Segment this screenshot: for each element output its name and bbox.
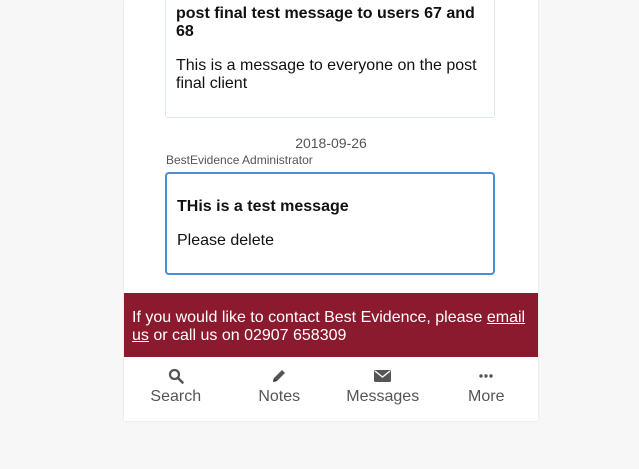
nav-item-notes[interactable]: Notes <box>228 357 332 421</box>
previous-message-body: This is a message to everyone on the pos… <box>176 57 477 92</box>
contact-banner: If you would like to contact Best Eviden… <box>124 293 538 357</box>
ellipsis-icon <box>479 366 493 386</box>
previous-message-card[interactable]: post final test message to users 67 and … <box>165 0 495 118</box>
pencil-icon <box>271 366 287 386</box>
message-sender: BestEvidence Administrator <box>166 153 313 167</box>
app-container: post final test message to users 67 and … <box>124 0 538 421</box>
current-message-body: Please delete <box>177 232 274 249</box>
current-message-card[interactable]: THis is a test message Please delete <box>165 172 495 275</box>
search-icon <box>168 366 184 386</box>
nav-label-messages: Messages <box>346 388 420 405</box>
previous-message-title: post final test message to users 67 and … <box>176 5 475 40</box>
nav-item-more[interactable]: More <box>435 357 539 421</box>
nav-item-search[interactable]: Search <box>124 357 228 421</box>
nav-label-search: Search <box>150 388 202 405</box>
nav-label-more: More <box>468 388 505 405</box>
nav-label-notes: Notes <box>258 388 301 405</box>
bottom-nav: Search Notes Messages More <box>124 357 538 421</box>
contact-text-after: or call us on 02907 658309 <box>148 327 347 344</box>
current-message-title: THis is a test message <box>177 198 349 215</box>
contact-text-before: If you would like to contact Best Eviden… <box>132 309 487 326</box>
nav-item-messages[interactable]: Messages <box>331 357 435 421</box>
message-date: 2018-09-26 <box>295 135 367 151</box>
envelope-icon <box>374 366 392 386</box>
